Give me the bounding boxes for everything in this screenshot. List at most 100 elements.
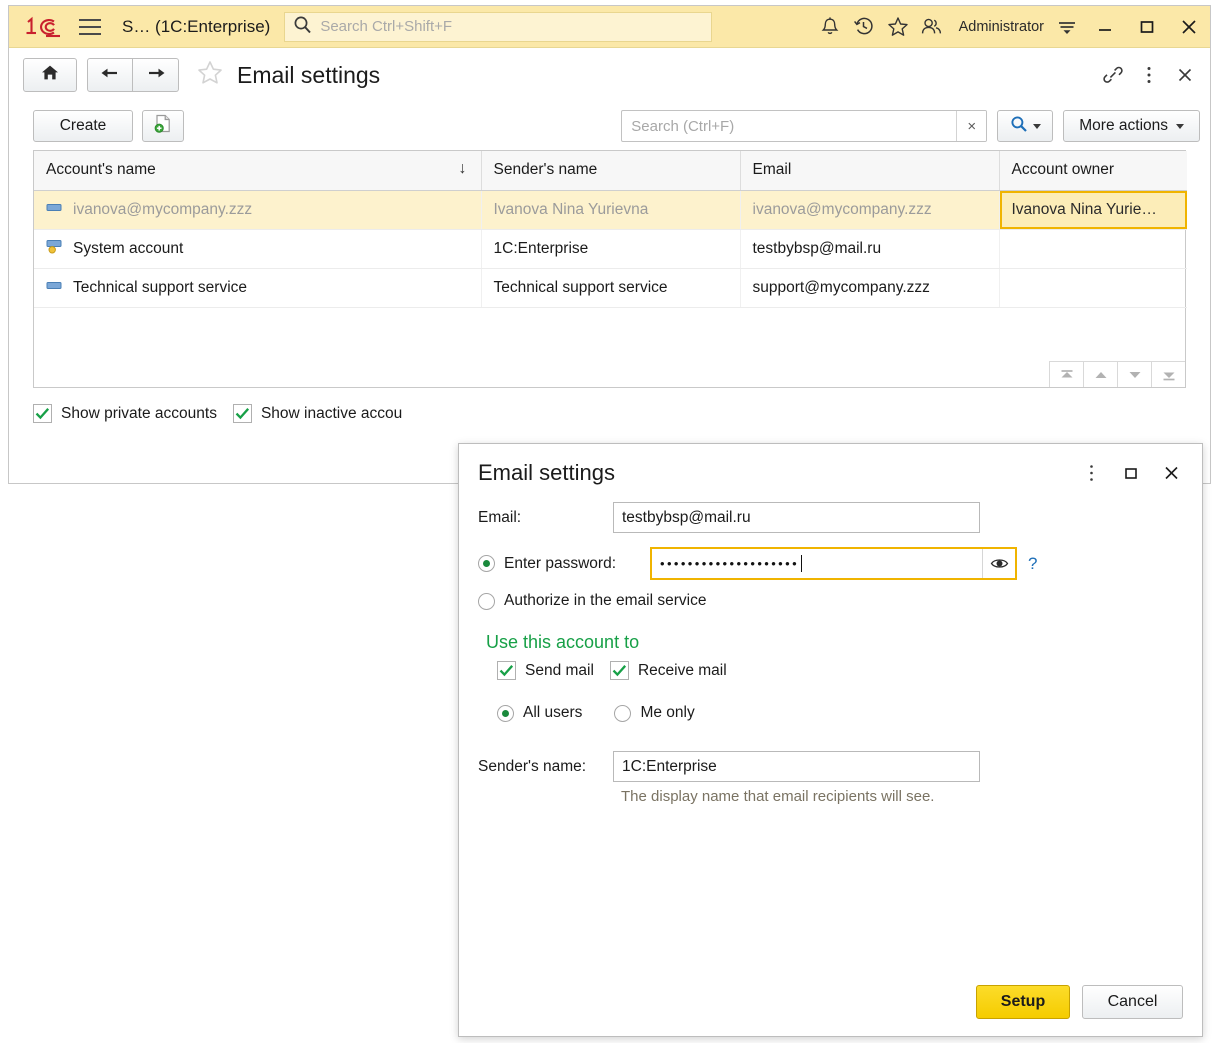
list-search-box[interactable]: ×	[621, 110, 988, 142]
page-title: Email settings	[237, 61, 381, 88]
dialog-maximize-button[interactable]	[1118, 460, 1144, 486]
me-only-label: Me only	[640, 704, 695, 721]
password-help-link[interactable]: ?	[1028, 554, 1037, 574]
show-inactive-accounts-checkbox[interactable]: Show inactive accou	[232, 404, 402, 423]
account-system-icon	[46, 238, 63, 260]
new-document-icon	[153, 113, 173, 139]
me-only-radio-item[interactable]: Me only	[614, 704, 695, 722]
chevron-down-icon	[1176, 123, 1184, 129]
prev-row-icon[interactable]	[1083, 362, 1117, 387]
sender-name-input[interactable]	[613, 751, 980, 782]
search-input[interactable]	[622, 111, 957, 141]
chevron-down-icon	[1032, 123, 1041, 129]
window-minimize-button[interactable]	[1084, 6, 1126, 48]
window-close-button[interactable]	[1168, 6, 1210, 48]
titlebar-icon-group: Administrator	[813, 6, 1210, 48]
last-row-icon[interactable]	[1151, 362, 1185, 387]
cell-email[interactable]: support@mycompany.zzz	[740, 268, 1000, 308]
cell-email[interactable]: ivanova@mycompany.zzz	[740, 190, 1000, 230]
nav-history-buttons	[87, 58, 179, 92]
window-maximize-button[interactable]	[1126, 6, 1168, 48]
column-header-account-name[interactable]: Account's name ↓	[34, 151, 482, 191]
dialog-window-buttons	[1078, 460, 1184, 486]
create-copy-button[interactable]	[142, 110, 184, 142]
cell-account-owner[interactable]	[999, 268, 1187, 308]
users-icon[interactable]	[915, 12, 949, 42]
check-icon	[235, 408, 250, 420]
1c-logo-icon[interactable]	[22, 14, 66, 40]
cell-sender-name[interactable]: 1C:Enterprise	[481, 229, 741, 269]
dialog-close-button[interactable]	[1158, 460, 1184, 486]
authorize-service-radio[interactable]	[478, 592, 495, 610]
more-vertical-icon[interactable]	[1134, 60, 1164, 90]
column-header-account-owner[interactable]: Account owner	[999, 151, 1187, 191]
all-users-radio[interactable]	[497, 704, 514, 722]
cell-account-owner[interactable]	[999, 229, 1187, 269]
email-label: Email:	[478, 508, 522, 526]
account-inactive-icon	[46, 279, 63, 297]
forward-button[interactable]	[133, 58, 179, 92]
current-user-label[interactable]: Administrator	[959, 19, 1044, 35]
sender-name-hint: The display name that email recipients w…	[621, 788, 935, 805]
all-users-radio-item[interactable]: All users	[497, 704, 582, 722]
cell-email[interactable]: testbybsp@mail.ru	[740, 229, 1000, 269]
global-search-input[interactable]: Search Ctrl+Shift+F	[284, 11, 713, 42]
setup-button[interactable]: Setup	[976, 985, 1070, 1019]
create-button[interactable]: Create	[33, 110, 133, 142]
table-row[interactable]: System account 1C:Enterprise testbybsp@m…	[34, 229, 1187, 269]
close-page-icon[interactable]	[1170, 60, 1200, 90]
dialog-footer: Setup Cancel	[459, 968, 1202, 1036]
home-button[interactable]	[23, 58, 77, 92]
show-private-accounts-checkbox[interactable]: Show private accounts	[33, 404, 217, 423]
screen-root: S… (1C:Enterprise) Search Ctrl+Shift+F A…	[0, 0, 1219, 1043]
more-actions-button[interactable]: More actions	[1063, 110, 1200, 142]
authorize-service-label: Authorize in the email service	[504, 592, 707, 609]
check-icon	[35, 408, 50, 420]
cell-account-owner[interactable]: Ivanova Nina Yurie…	[999, 190, 1187, 230]
global-search-placeholder: Search Ctrl+Shift+F	[320, 18, 453, 35]
receive-mail-checkbox[interactable]: Receive mail	[609, 661, 727, 680]
use-account-header: Use this account to	[486, 632, 640, 652]
home-icon	[41, 64, 59, 86]
checkbox-label: Show private accounts	[61, 404, 217, 422]
eye-icon[interactable]	[982, 549, 1015, 578]
star-icon[interactable]	[881, 12, 915, 42]
column-label: Email	[752, 161, 792, 179]
cell-account-name[interactable]: System account	[34, 229, 482, 269]
column-header-email[interactable]: Email	[740, 151, 1000, 191]
password-field[interactable]: ••••••••••••••••••••	[650, 547, 1017, 580]
bell-icon[interactable]	[813, 12, 847, 42]
authorize-service-row[interactable]: Authorize in the email service	[478, 592, 1183, 610]
star-outline-icon	[196, 59, 224, 91]
cell-sender-name[interactable]: Ivanova Nina Yurievna	[481, 190, 741, 230]
check-icon	[499, 665, 514, 677]
find-button[interactable]	[997, 110, 1054, 142]
link-icon[interactable]	[1098, 60, 1128, 90]
clear-search-button[interactable]: ×	[956, 111, 987, 141]
cell-account-name[interactable]: Technical support service	[34, 268, 482, 308]
table-row[interactable]: Technical support service Technical supp…	[34, 268, 1187, 308]
hamburger-menu-icon[interactable]	[76, 14, 104, 40]
options-menu-icon[interactable]	[1050, 12, 1084, 42]
me-only-radio[interactable]	[614, 704, 632, 722]
table-row[interactable]: ivanova@mycompany.zzz Ivanova Nina Yurie…	[34, 190, 1187, 230]
password-dots: ••••••••••••••••••••	[660, 556, 800, 571]
add-to-favorites-button[interactable]	[195, 60, 225, 90]
command-bar-right: × More actions	[621, 110, 1200, 142]
send-mail-checkbox[interactable]: Send mail	[497, 661, 594, 680]
history-clock-icon[interactable]	[847, 12, 881, 42]
enter-password-radio[interactable]	[478, 555, 495, 572]
back-button[interactable]	[87, 58, 133, 92]
more-vertical-icon[interactable]	[1078, 460, 1104, 486]
email-input[interactable]	[613, 502, 980, 533]
nav-right-actions	[1098, 60, 1200, 90]
first-row-icon[interactable]	[1049, 362, 1083, 387]
sort-ascending-icon: ↓	[458, 160, 467, 177]
cancel-button[interactable]: Cancel	[1082, 985, 1183, 1019]
cell-account-name[interactable]: ivanova@mycompany.zzz	[34, 190, 482, 230]
column-header-sender-name[interactable]: Sender's name	[481, 151, 741, 191]
check-icon	[612, 665, 626, 677]
dialog-title-bar: Email settings	[459, 444, 1202, 502]
next-row-icon[interactable]	[1117, 362, 1151, 387]
cell-sender-name[interactable]: Technical support service	[481, 268, 741, 308]
